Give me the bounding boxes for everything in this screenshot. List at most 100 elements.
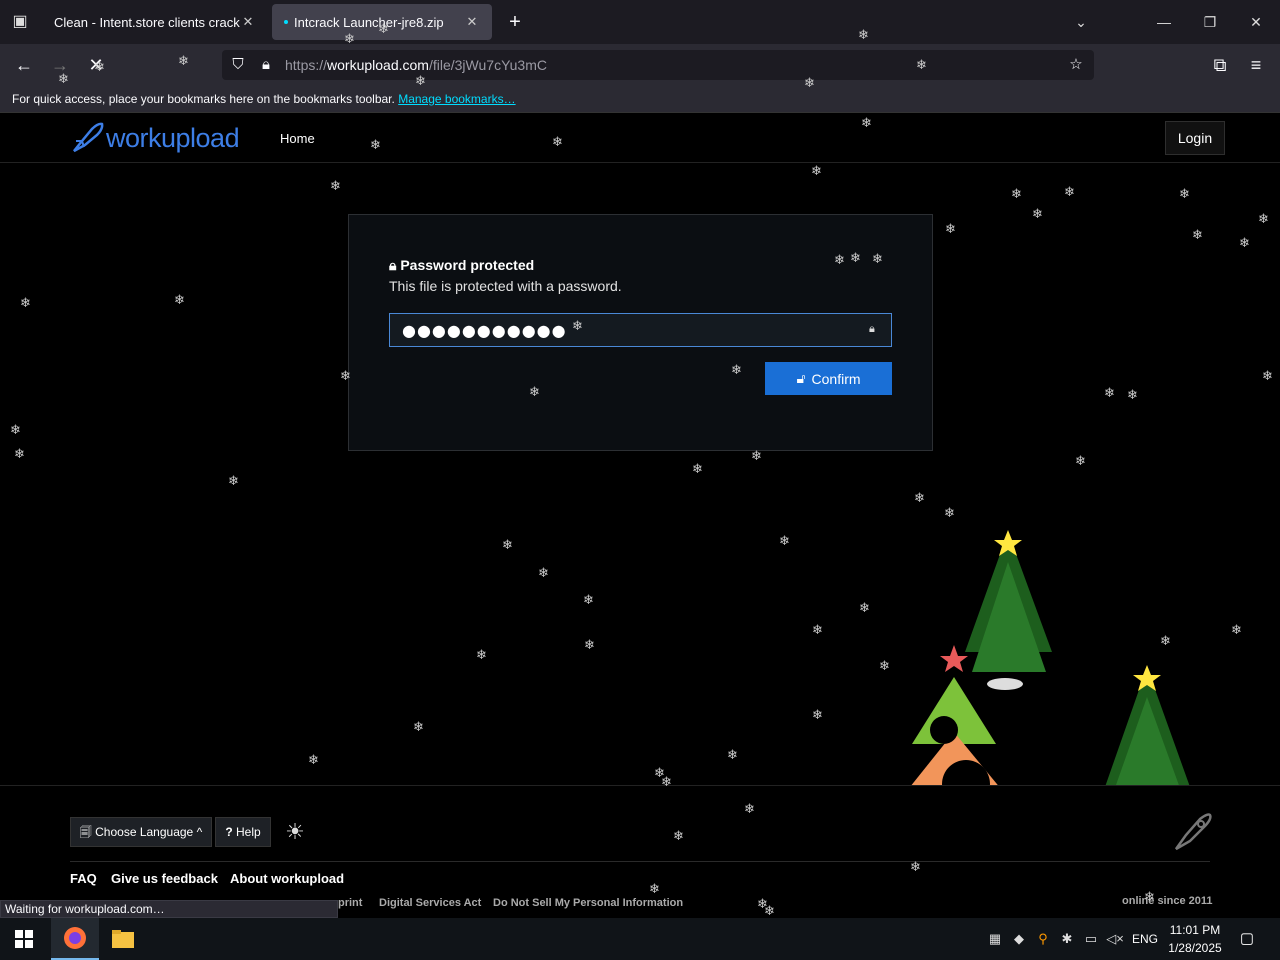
rocket-logo-icon: [73, 122, 104, 153]
notifications-icon[interactable]: ▢: [1236, 928, 1258, 950]
theme-toggle-icon[interactable]: ☀: [282, 819, 308, 845]
snowflake-icon: ❄: [779, 534, 790, 549]
do-not-sell-link[interactable]: Do Not Sell My Personal Information: [493, 897, 683, 909]
windows-logo-icon: [15, 930, 33, 948]
browser-navbar: ← → ✕ ⛉ 🔒︎ https://workupload.com/file/3…: [0, 44, 1280, 86]
confirm-button[interactable]: 🔓︎ Confirm: [765, 362, 892, 395]
close-icon[interactable]: ✕: [240, 14, 256, 30]
tab-clean-intent[interactable]: Clean - Intent.store clients cracked ✕: [42, 4, 268, 40]
snowflake-icon: ❄: [945, 222, 956, 237]
snowflake-icon: ❄: [1239, 236, 1250, 251]
digital-services-act-link[interactable]: Digital Services Act: [379, 897, 481, 909]
snowflake-icon: ❄: [804, 76, 815, 91]
star-icon[interactable]: ☆: [1066, 54, 1086, 76]
page-content: workupload Home Login 🔒︎ Password protec…: [0, 112, 1280, 918]
nav-home-link[interactable]: Home: [280, 131, 315, 146]
snowflake-icon: ❄: [228, 474, 239, 489]
snowflake-icon: ❄: [1075, 454, 1086, 469]
chevron-down-icon[interactable]: ⌄: [1069, 10, 1093, 34]
minimize-icon[interactable]: —: [1152, 10, 1176, 34]
snowflake-icon: ❄: [308, 753, 319, 768]
password-title: 🔒︎ Password protected: [389, 257, 535, 273]
snowflake-icon: ❄: [1127, 388, 1138, 403]
snowflake-icon: ❄: [731, 363, 742, 378]
unlock-icon: 🔓︎: [796, 370, 806, 386]
snowflake-icon: ❄: [344, 32, 355, 47]
footer-divider: [70, 861, 1210, 862]
snowflake-icon: ❄: [1160, 634, 1171, 649]
login-button[interactable]: Login: [1165, 121, 1225, 155]
snowflake-icon: ❄: [502, 538, 513, 553]
browser-tabbar: ▣ Clean - Intent.store clients cracked ✕…: [0, 0, 1280, 44]
tab-title: Clean - Intent.store clients cracked: [54, 14, 240, 30]
snowflake-icon: ❄: [872, 252, 883, 267]
snowflake-icon: ❄: [330, 179, 341, 194]
snowflake-icon: ❄: [178, 54, 189, 69]
network-icon[interactable]: ▭: [1082, 930, 1100, 948]
tab-list-icon[interactable]: ▣: [8, 10, 32, 34]
shield-icon[interactable]: ⛉: [228, 54, 248, 76]
snowflake-icon: ❄: [744, 802, 755, 817]
snowflake-icon: ❄: [1231, 623, 1242, 638]
clock-date[interactable]: 1/28/2025: [1166, 941, 1224, 955]
site-footer: 🗐 Choose Language ^ ? Help ☀ FAQ Give us…: [0, 785, 1280, 918]
status-bar: Waiting for workupload.com…: [0, 900, 338, 918]
snowflake-icon: ❄: [859, 601, 870, 616]
snowflake-icon: ❄: [378, 22, 389, 37]
snowflake-icon: ❄: [1179, 187, 1190, 202]
windows-taskbar: ▦ ◆ ⚲ ✱ ▭ ◁× ENG 11:01 PM 1/28/2025 ▢: [0, 918, 1280, 960]
start-button[interactable]: [0, 918, 48, 960]
snowflake-icon: ❄: [812, 708, 823, 723]
window-close-icon[interactable]: ✕: [1244, 10, 1268, 34]
snowflake-icon: ❄: [727, 748, 738, 763]
site-header: workupload Home Login: [0, 112, 1280, 163]
restore-icon[interactable]: ❐: [1198, 10, 1222, 34]
lock-icon[interactable]: 🔒︎: [256, 54, 276, 76]
help-button[interactable]: ? Help: [215, 817, 271, 847]
snowflake-icon: ❄: [415, 74, 426, 89]
snowflake-icon: ❄: [1011, 187, 1022, 202]
logo-text: workupload: [106, 122, 240, 153]
file-explorer-taskbar-button[interactable]: [99, 918, 147, 960]
snowflake-icon: ❄: [1104, 386, 1115, 401]
snowflake-icon: ❄: [751, 449, 762, 464]
snowflake-icon: ❄: [944, 506, 955, 521]
lock-icon: 🔒︎: [389, 257, 397, 273]
extensions-icon[interactable]: ⧉: [1206, 52, 1234, 78]
snowflake-icon: ❄: [583, 593, 594, 608]
workupload-logo[interactable]: workupload: [70, 119, 240, 157]
snowflake-icon: ❄: [1262, 369, 1273, 384]
translate-icon: 🗐: [79, 825, 92, 839]
rocket-icon: [1174, 813, 1212, 851]
new-tab-button[interactable]: +: [504, 10, 526, 34]
snowflake-icon: ❄: [572, 319, 583, 334]
tray-app-icon[interactable]: ▦: [986, 930, 1004, 948]
snowflake-icon: ❄: [879, 659, 890, 674]
choose-language-button[interactable]: 🗐 Choose Language ^: [70, 817, 212, 847]
feedback-link[interactable]: Give us feedback: [111, 871, 218, 886]
clock-time[interactable]: 11:01 PM: [1166, 923, 1224, 937]
menu-icon[interactable]: ≡: [1242, 52, 1270, 78]
snowflake-icon: ❄: [476, 648, 487, 663]
back-button[interactable]: ←: [10, 52, 38, 78]
about-link[interactable]: About workupload: [230, 871, 344, 886]
snowflake-icon: ❄: [10, 423, 21, 438]
input-language[interactable]: ENG: [1132, 932, 1158, 946]
close-icon[interactable]: ✕: [464, 14, 480, 30]
bookmarks-toolbar: For quick access, place your bookmarks h…: [0, 86, 1280, 112]
manage-bookmarks-link[interactable]: Manage bookmarks…: [398, 92, 515, 106]
snowflake-icon: ❄: [811, 164, 822, 179]
tray-drop-icon[interactable]: ◆: [1010, 930, 1028, 948]
volume-muted-icon[interactable]: ◁×: [1106, 930, 1124, 948]
tree-icon: [965, 530, 1052, 690]
firefox-taskbar-button[interactable]: [51, 918, 99, 960]
url-bar[interactable]: ⛉ 🔒︎ https://workupload.com/file/3jWu7cY…: [222, 50, 1094, 80]
url-text[interactable]: https://workupload.com/file/3jWu7cYu3mC: [285, 57, 547, 73]
password-input[interactable]: [389, 313, 892, 347]
password-subtitle: This file is protected with a password.: [389, 278, 622, 294]
imprint-link[interactable]: print: [338, 897, 362, 909]
tray-search-icon[interactable]: ⚲: [1034, 930, 1052, 948]
faq-link[interactable]: FAQ: [70, 871, 97, 886]
tray-bluetooth-icon[interactable]: ✱: [1058, 930, 1076, 948]
snowflake-icon: ❄: [340, 369, 351, 384]
